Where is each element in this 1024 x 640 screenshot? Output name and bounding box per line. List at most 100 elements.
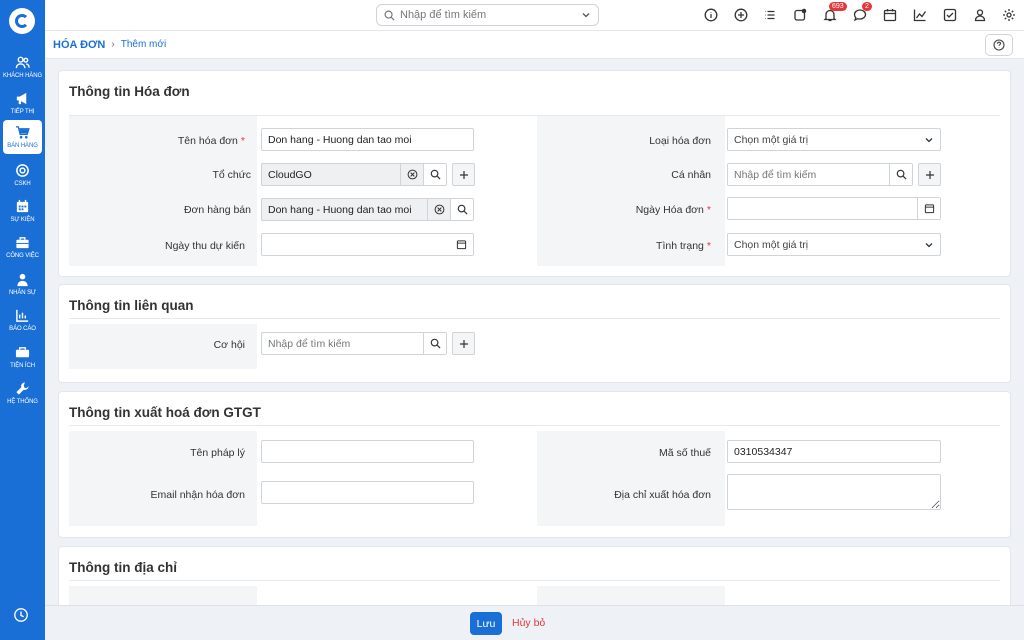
opportunity-field[interactable]: Nhập để tìm kiếm xyxy=(261,332,447,355)
email-field[interactable] xyxy=(261,481,474,504)
megaphone-icon xyxy=(15,90,31,106)
tasks-button[interactable] xyxy=(792,7,808,23)
global-search-input[interactable] xyxy=(400,9,581,21)
search-opportunity-button[interactable] xyxy=(423,333,446,354)
sidebar-item-support[interactable]: CSKH xyxy=(3,158,42,192)
sales-order-field[interactable]: Don hang - Huong dan tao moi xyxy=(261,198,474,221)
clear-sales-order-button[interactable] xyxy=(427,199,450,220)
report-icon xyxy=(15,307,31,323)
sidebar-item-customers[interactable]: KHÁCH HÀNG xyxy=(3,50,42,84)
checklist-button[interactable] xyxy=(942,7,958,23)
expected-date-label: Ngày thu dự kiến xyxy=(165,240,245,252)
sidebar-item-marketing[interactable]: TIẾP THỊ xyxy=(3,86,42,120)
opportunity-placeholder[interactable]: Nhập để tìm kiếm xyxy=(262,338,423,350)
breadcrumb-module[interactable]: HÓA ĐƠN xyxy=(53,39,105,51)
analytics-button[interactable] xyxy=(912,7,928,23)
list-icon xyxy=(765,10,775,20)
message-badge: 2 xyxy=(862,2,872,11)
plus-icon xyxy=(459,339,468,348)
organization-field[interactable]: CloudGO xyxy=(261,163,447,186)
breadcrumb-page: Thêm mới xyxy=(120,39,167,50)
info-button[interactable] xyxy=(703,7,719,23)
email-label: Email nhận hóa đơn xyxy=(150,489,245,501)
chart-line-icon xyxy=(913,9,927,22)
invoice-type-label: Loại hóa đơn xyxy=(649,135,711,147)
expected-date-field[interactable] xyxy=(261,233,474,256)
sidebar-item-label: BÁO CÁO xyxy=(9,326,36,332)
add-opportunity-button[interactable] xyxy=(452,332,475,355)
breadcrumb: HÓA ĐƠN › Thêm mới xyxy=(45,31,1024,59)
invoice-type-select[interactable]: Chọn một giá trị xyxy=(727,128,941,151)
search-organization-button[interactable] xyxy=(423,164,446,185)
status-placeholder: Chọn một giá trị xyxy=(734,238,809,251)
global-search[interactable] xyxy=(376,4,599,26)
sidebar-item-label: KHÁCH HÀNG xyxy=(3,73,43,79)
tax-code-value[interactable]: 0310534347 xyxy=(728,446,940,458)
app-logo[interactable] xyxy=(9,8,35,34)
quick-create-button[interactable] xyxy=(733,7,749,23)
sidebar-item-events[interactable]: SỰ KIỆN xyxy=(3,194,42,228)
search-individual-button[interactable] xyxy=(889,164,912,185)
clear-organization-button[interactable] xyxy=(400,164,423,185)
sidebar-item-system[interactable]: HỆ THỐNG xyxy=(3,376,42,410)
status-select[interactable]: Chọn một giá trị xyxy=(727,233,941,256)
sales-order-label: Đơn hàng bán xyxy=(183,204,251,216)
calendar-button[interactable] xyxy=(882,7,898,23)
tax-code-field[interactable]: 0310534347 xyxy=(727,440,941,463)
main-content: Thông tin Hóa đơn Tên hóa đơn * Don hang … xyxy=(45,60,1024,605)
date-picker-button[interactable] xyxy=(450,234,473,255)
invoice-name-field[interactable]: Don hang - Huong dan tao moi xyxy=(261,128,474,151)
legal-name-field[interactable] xyxy=(261,440,474,463)
invoice-address-textarea[interactable] xyxy=(727,474,941,510)
notifications-button[interactable]: 693 xyxy=(822,2,847,23)
sidebar-item-label: TIẾP THỊ xyxy=(10,109,35,115)
sidebar-item-reports[interactable]: BÁO CÁO xyxy=(3,303,42,337)
history-button[interactable] xyxy=(13,607,31,625)
add-individual-button[interactable] xyxy=(918,163,941,186)
user-icon xyxy=(974,9,986,22)
related-info-section: Thông tin liên quan Cơ hội Nhập để tìm k… xyxy=(58,284,1011,383)
sidebar-item-utilities[interactable]: TIỆN ÍCH xyxy=(3,340,42,374)
help-button[interactable] xyxy=(985,34,1013,56)
profile-button[interactable] xyxy=(972,7,988,23)
invoice-name-value[interactable]: Don hang - Huong dan tao moi xyxy=(262,134,473,146)
chevron-down-icon xyxy=(918,240,940,250)
wrench-icon xyxy=(15,380,31,396)
cancel-button[interactable]: Hủy bỏ xyxy=(512,617,545,629)
sidebar-item-label: CÔNG VIỆC xyxy=(6,253,39,259)
sidebar-item-label: BÁN HÀNG xyxy=(7,143,38,149)
individual-field[interactable]: Nhập để tìm kiếm xyxy=(727,163,913,186)
search-sales-order-button[interactable] xyxy=(450,199,473,220)
checkbox-icon xyxy=(943,8,957,22)
search-icon xyxy=(430,338,441,349)
info-icon xyxy=(704,8,718,22)
section-title: Thông tin Hóa đơn xyxy=(69,84,190,99)
add-organization-button[interactable] xyxy=(452,163,475,186)
list-button[interactable] xyxy=(762,7,778,23)
date-picker-button[interactable] xyxy=(917,198,940,219)
organization-label: Tổ chức xyxy=(212,169,251,181)
clear-icon xyxy=(407,169,417,180)
sidebar-item-hr[interactable]: NHÂN SỰ xyxy=(3,267,42,301)
save-button[interactable]: Lưu xyxy=(470,612,502,635)
individual-placeholder[interactable]: Nhập để tìm kiếm xyxy=(728,169,889,181)
gear-icon xyxy=(1003,9,1015,21)
invoice-date-field[interactable] xyxy=(727,197,941,220)
calendar-icon xyxy=(924,204,934,214)
opportunity-label: Cơ hội xyxy=(213,339,245,351)
messages-button[interactable]: 2 xyxy=(852,2,872,23)
form-footer: Lưu Hủy bỏ xyxy=(45,605,1024,640)
invoice-type-placeholder: Chọn một giá trị xyxy=(734,133,809,146)
section-title: Thông tin địa chỉ xyxy=(69,560,177,575)
sidebar: KHÁCH HÀNG TIẾP THỊ BÁN HÀNG CSKH SỰ KIỆ… xyxy=(0,0,45,640)
chevron-down-icon[interactable] xyxy=(581,10,591,20)
plus-circle-icon xyxy=(734,8,748,22)
top-bar: 693 2 xyxy=(45,0,1024,31)
sidebar-item-tasks[interactable]: CÔNG VIỆC xyxy=(3,230,42,264)
invoice-date-label: Ngày Hóa đơn * xyxy=(635,204,711,216)
search-icon xyxy=(457,204,468,215)
sidebar-item-sales[interactable]: BÁN HÀNG xyxy=(3,120,42,154)
settings-button[interactable] xyxy=(1001,7,1017,23)
sidebar-item-label: NHÂN SỰ xyxy=(8,290,37,296)
section-title: Thông tin liên quan xyxy=(69,298,194,313)
